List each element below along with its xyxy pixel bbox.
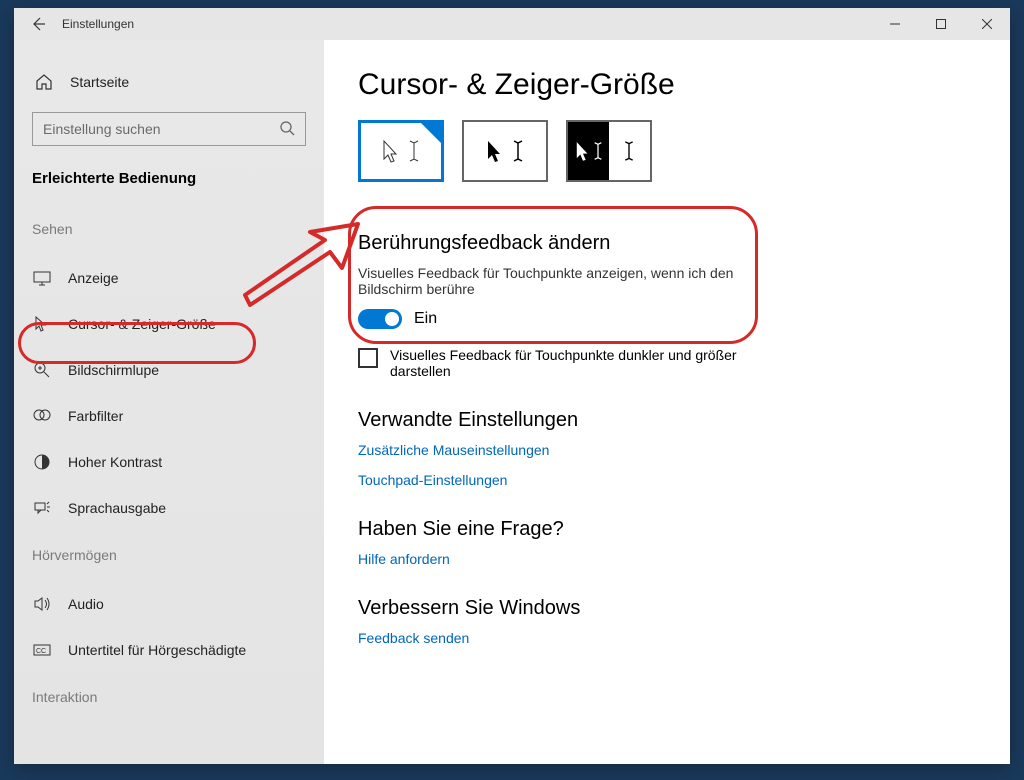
related-heading: Verwandte Einstellungen [358, 409, 976, 432]
home-label: Startseite [70, 74, 129, 90]
question-heading: Haben Sie eine Frage? [358, 518, 976, 541]
sidebar-item-label: Audio [68, 596, 104, 612]
touch-feedback-toggle[interactable] [358, 309, 402, 329]
touch-feedback-desc: Visuelles Feedback für Touchpunkte anzei… [358, 265, 758, 297]
touch-feedback-heading: Berührungsfeedback ändern [358, 232, 976, 255]
sidebar-item-cursor-zeiger[interactable]: Cursor- & Zeiger-Größe [14, 301, 324, 347]
titlebar: Einstellungen [14, 8, 1010, 40]
sidebar-item-label: Sprachausgabe [68, 500, 166, 516]
arrow-left-icon [30, 16, 46, 32]
sidebar-item-label: Cursor- & Zeiger-Größe [68, 316, 216, 332]
minimize-button[interactable] [872, 8, 918, 40]
toggle-state-label: Ein [414, 310, 437, 328]
cursor-theme-black[interactable] [462, 120, 548, 182]
window-title: Einstellungen [62, 17, 134, 31]
cursor-theme-inverted[interactable] [566, 120, 652, 182]
text-cursor-icon [623, 140, 635, 162]
text-cursor-icon [408, 139, 420, 163]
magnifier-icon [32, 360, 52, 380]
back-button[interactable] [14, 8, 62, 40]
cursor-icon [32, 314, 52, 334]
sidebar-item-label: Hoher Kontrast [68, 454, 162, 470]
group-label-hoervermoegen: Hörvermögen [14, 531, 324, 581]
arrow-cursor-icon [382, 139, 400, 163]
search-icon [279, 120, 295, 139]
color-filter-icon [32, 406, 52, 426]
arrow-cursor-icon [486, 139, 504, 163]
current-section: Erleichterte Bedienung [14, 166, 324, 205]
link-mouse-settings[interactable]: Zusätzliche Mauseinstellungen [358, 442, 976, 458]
maximize-button[interactable] [918, 8, 964, 40]
sidebar-item-label: Bildschirmlupe [68, 362, 159, 378]
darker-feedback-checkbox[interactable] [358, 348, 378, 368]
page-title: Cursor- & Zeiger-Größe [358, 68, 976, 102]
home-icon [34, 72, 54, 92]
sidebar: Startseite Einstellung suchen Erleichter… [14, 40, 324, 764]
sidebar-item-bildschirmlupe[interactable]: Bildschirmlupe [14, 347, 324, 393]
cursor-theme-row [358, 120, 976, 182]
link-feedback[interactable]: Feedback senden [358, 630, 976, 646]
sidebar-item-sprachausgabe[interactable]: Sprachausgabe [14, 485, 324, 531]
sidebar-item-farbfilter[interactable]: Farbfilter [14, 393, 324, 439]
sidebar-item-anzeige[interactable]: Anzeige [14, 255, 324, 301]
sidebar-item-label: Anzeige [68, 270, 119, 286]
sidebar-item-audio[interactable]: Audio [14, 581, 324, 627]
contrast-icon [32, 452, 52, 472]
group-label-sehen: Sehen [14, 205, 324, 255]
sidebar-item-hoher-kontrast[interactable]: Hoher Kontrast [14, 439, 324, 485]
sidebar-item-untertitel[interactable]: CC Untertitel für Hörgeschädigte [14, 627, 324, 673]
link-help[interactable]: Hilfe anfordern [358, 551, 976, 567]
sidebar-item-label: Farbfilter [68, 408, 123, 424]
text-cursor-icon [512, 139, 524, 163]
group-label-interaktion: Interaktion [14, 673, 324, 723]
link-touchpad-settings[interactable]: Touchpad-Einstellungen [358, 472, 976, 488]
narrator-icon [32, 498, 52, 518]
search-input[interactable]: Einstellung suchen [32, 112, 306, 146]
search-placeholder: Einstellung suchen [43, 121, 161, 137]
cursor-theme-white[interactable] [358, 120, 444, 182]
cc-icon: CC [32, 640, 52, 660]
improve-heading: Verbessern Sie Windows [358, 597, 976, 620]
content-pane: Cursor- & Zeiger-Größe [324, 40, 1010, 764]
checkbox-label: Visuelles Feedback für Touchpunkte dunkl… [390, 347, 778, 379]
sidebar-item-label: Untertitel für Hörgeschädigte [68, 642, 246, 658]
display-icon [32, 268, 52, 288]
audio-icon [32, 594, 52, 614]
svg-text:CC: CC [36, 648, 46, 655]
close-button[interactable] [964, 8, 1010, 40]
home-button[interactable]: Startseite [14, 60, 324, 104]
settings-window: Einstellungen Startseite Einstellung suc… [14, 8, 1010, 764]
